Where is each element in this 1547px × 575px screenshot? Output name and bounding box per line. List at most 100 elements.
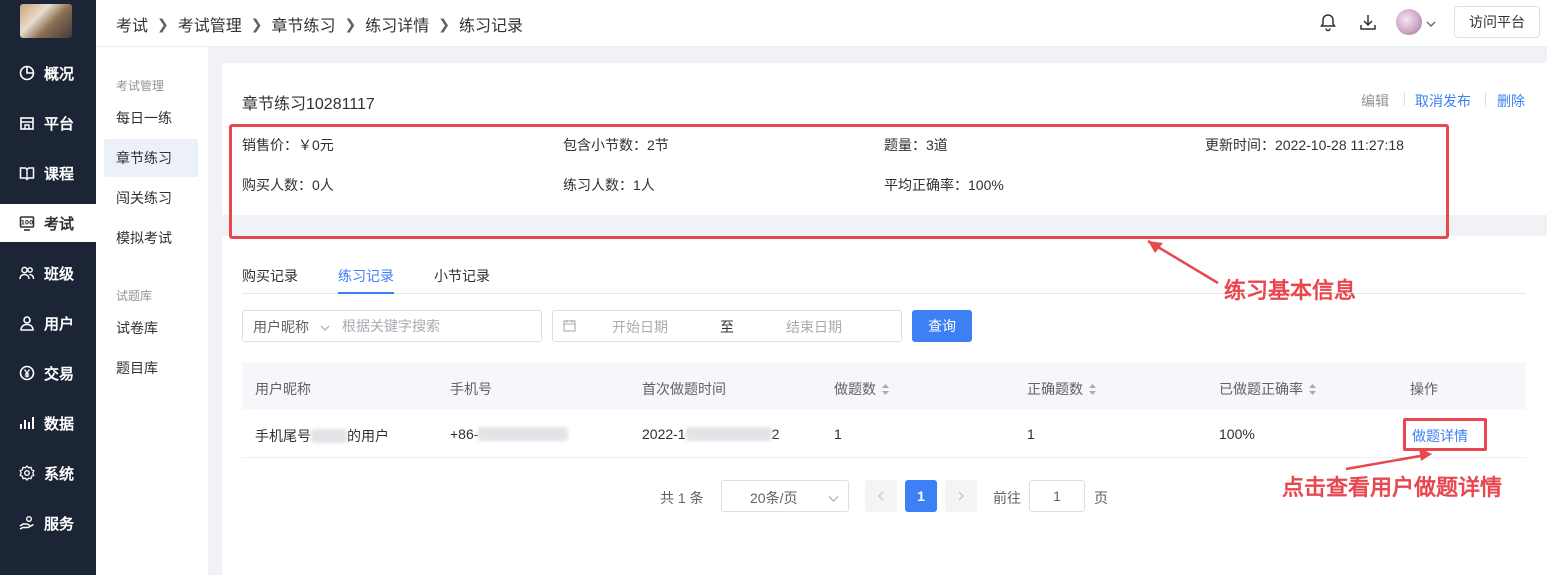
breadcrumb: 考试 ❯ 考试管理 ❯ 章节练习 ❯ 练习详情 ❯ 练习记录 xyxy=(116,12,523,36)
chevron-right-icon: ❯ xyxy=(344,15,357,32)
page-number-current[interactable]: 1 xyxy=(905,480,937,512)
chevron-down-icon xyxy=(828,491,839,502)
page-size-label: 20条/页 xyxy=(750,490,798,506)
tab-purchase-records[interactable]: 购买记录 xyxy=(242,266,298,286)
breadcrumb-exam-management[interactable]: 考试管理 xyxy=(178,12,242,36)
goto-unit: 页 xyxy=(1094,490,1108,506)
subnav-item-question-bank[interactable]: 题目库 xyxy=(104,349,198,387)
sidebar-item-exam[interactable]: 100 考试 xyxy=(0,204,96,242)
group-icon xyxy=(19,265,35,281)
chevron-left-icon xyxy=(878,491,884,501)
page-title: 章节练习10281117 xyxy=(242,96,375,113)
phone-prefix: +86- xyxy=(450,426,479,442)
sidebar-item-class[interactable]: 班级 xyxy=(0,254,96,292)
pie-chart-icon xyxy=(19,65,35,81)
goto-page-input[interactable] xyxy=(1029,480,1085,512)
subnav-item-level-practice[interactable]: 闯关练习 xyxy=(104,179,198,217)
cell-phone: +86- xyxy=(450,426,569,442)
calendar-icon xyxy=(563,319,576,332)
column-label: 已做题正确率 xyxy=(1219,381,1303,397)
cell-nickname: 手机尾号 的用户 xyxy=(255,426,389,446)
column-first-time: 首次做题时间 xyxy=(642,379,726,399)
chevron-down-icon[interactable] xyxy=(320,320,330,331)
subnav-item-daily-practice[interactable]: 每日一练 xyxy=(104,99,198,137)
column-label: 正确题数 xyxy=(1027,381,1083,397)
end-date-input[interactable]: 结束日期 xyxy=(786,317,842,337)
secondary-sidebar: 考试管理 每日一练 章节练习 闯关练习 模拟考试 试题库 试卷库 题目库 xyxy=(96,47,208,575)
sidebar-item-overview[interactable]: 概况 xyxy=(0,54,96,92)
column-actions: 操作 xyxy=(1410,379,1438,399)
sort-icon[interactable] xyxy=(1088,383,1097,396)
sidebar-item-label: 考试 xyxy=(44,215,75,233)
column-nickname: 用户昵称 xyxy=(255,379,311,399)
sidebar-item-label: 班级 xyxy=(44,265,75,283)
sidebar-item-data[interactable]: 数据 xyxy=(0,404,96,442)
sort-icon[interactable] xyxy=(1308,383,1317,396)
sidebar-item-service[interactable]: 服务 xyxy=(0,504,96,542)
next-page-button[interactable] xyxy=(945,480,977,512)
column-label: 首次做题时间 xyxy=(642,381,726,397)
annotation-info-note: 练习基本信息 xyxy=(1224,278,1357,304)
column-label: 操作 xyxy=(1410,381,1438,397)
column-accuracy[interactable]: 已做题正确率 xyxy=(1219,379,1317,399)
redacted-text xyxy=(478,427,569,441)
sidebar-item-label: 数据 xyxy=(44,415,75,433)
chevron-right-icon: ❯ xyxy=(157,15,169,32)
column-correct-count[interactable]: 正确题数 xyxy=(1027,379,1097,399)
nickname-prefix: 手机尾号 xyxy=(255,428,311,444)
table-row-divider xyxy=(242,457,1526,458)
subnav-item-mock-exam[interactable]: 模拟考试 xyxy=(104,219,198,257)
storefront-icon xyxy=(19,115,35,131)
user-avatar[interactable] xyxy=(1396,9,1422,35)
breadcrumb-exam[interactable]: 考试 xyxy=(116,12,148,36)
main-sidebar: 概况 平台 课程 100 考试 班级 用户 交易 数据 系统 服务 xyxy=(0,0,96,575)
sidebar-item-label: 服务 xyxy=(44,515,75,533)
column-label: 用户昵称 xyxy=(255,381,311,397)
sidebar-item-system[interactable]: 系统 xyxy=(0,454,96,492)
sidebar-item-label: 课程 xyxy=(44,165,75,183)
sidebar-item-trade[interactable]: 交易 xyxy=(0,354,96,392)
sidebar-item-course[interactable]: 课程 xyxy=(0,154,96,192)
subnav-item-chapter-practice[interactable]: 章节练习 xyxy=(104,139,198,177)
sidebar-item-label: 平台 xyxy=(44,115,75,133)
time-prefix: 2022-1 xyxy=(642,426,686,442)
sort-icon[interactable] xyxy=(881,383,890,396)
hand-service-icon xyxy=(19,515,35,531)
sidebar-item-label: 系统 xyxy=(44,465,75,483)
breadcrumb-current: 练习记录 xyxy=(459,18,524,35)
cell-accuracy: 100% xyxy=(1219,426,1255,442)
search-field-select[interactable]: 用户昵称 xyxy=(253,317,309,337)
query-button[interactable]: 查询 xyxy=(912,310,972,342)
edit-link[interactable]: 编辑 xyxy=(1361,91,1389,111)
sidebar-item-platform[interactable]: 平台 xyxy=(0,104,96,142)
annotation-detail-note: 点击查看用户做题详情 xyxy=(1282,475,1503,501)
column-done-count[interactable]: 做题数 xyxy=(834,379,890,399)
bar-chart-icon xyxy=(19,415,35,431)
goto-label: 前往 xyxy=(993,490,1021,506)
tab-practice-records[interactable]: 练习记录 xyxy=(338,266,394,286)
visit-platform-button[interactable]: 访问平台 xyxy=(1454,6,1540,38)
column-label: 手机号 xyxy=(450,381,492,397)
download-icon[interactable] xyxy=(1358,12,1378,32)
bell-icon[interactable] xyxy=(1318,12,1338,32)
tab-section-records[interactable]: 小节记录 xyxy=(434,266,490,286)
unpublish-link[interactable]: 取消发布 xyxy=(1415,91,1471,111)
breadcrumb-chapter-practice[interactable]: 章节练习 xyxy=(272,12,336,36)
platform-logo[interactable] xyxy=(20,4,72,38)
search-input[interactable] xyxy=(338,311,538,341)
gear-icon xyxy=(19,465,35,481)
chevron-down-icon[interactable] xyxy=(1426,16,1436,27)
sidebar-item-user[interactable]: 用户 xyxy=(0,304,96,342)
chevron-right-icon: ❯ xyxy=(438,15,450,32)
svg-text:100: 100 xyxy=(21,220,34,227)
redacted-text xyxy=(311,429,347,443)
cell-first-time: 2022-1 2 xyxy=(642,426,779,442)
start-date-input[interactable]: 开始日期 xyxy=(612,317,668,337)
prev-page-button[interactable] xyxy=(865,480,897,512)
delete-link[interactable]: 删除 xyxy=(1497,91,1525,111)
breadcrumb-practice-detail[interactable]: 练习详情 xyxy=(365,12,429,36)
column-label: 做题数 xyxy=(834,381,876,397)
user-icon xyxy=(19,315,35,331)
subnav-item-paper-bank[interactable]: 试卷库 xyxy=(104,309,198,347)
chevron-right-icon: ❯ xyxy=(250,15,263,32)
